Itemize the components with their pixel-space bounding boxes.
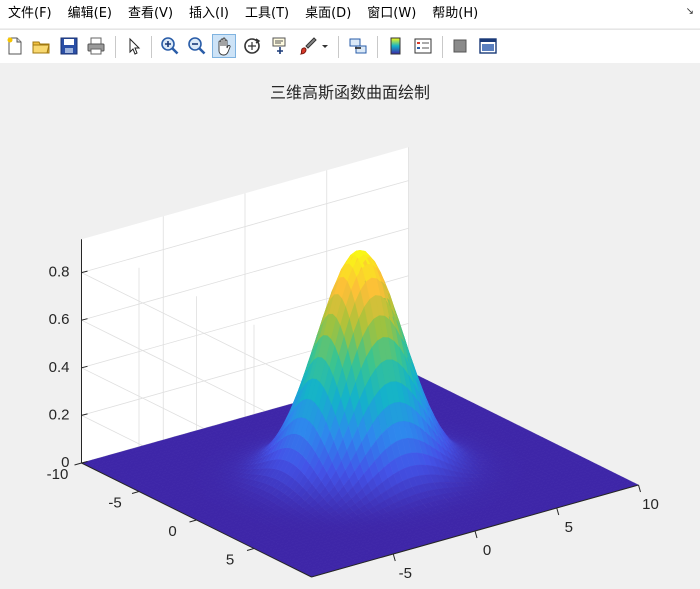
y-tick-label: -10 (47, 466, 69, 483)
menu-bar: 文件(F) 编辑(E) 查看(V) 插入(I) 工具(T) 桌面(D) 窗口(W… (0, 0, 700, 28)
x-tick-label: 10 (642, 496, 659, 513)
menu-desktop[interactable]: 桌面(D) (297, 0, 359, 28)
y-tick-mark (246, 548, 255, 551)
save-icon[interactable] (57, 34, 81, 58)
menu-help[interactable]: 帮助(H) (424, 0, 486, 28)
x-tick-label: 5 (565, 519, 573, 536)
figure-canvas[interactable]: 三维高斯函数曲面绘制 0 0.2 0.4 0.6 0.8 -10 -5 0 5 -5 0 5 10 (0, 63, 700, 589)
print-icon[interactable] (84, 34, 108, 58)
data-cursor-icon[interactable] (268, 34, 292, 58)
x-tick-label: -5 (399, 565, 412, 582)
x-tick-mark (556, 507, 560, 516)
menu-file[interactable]: 文件(F) (0, 0, 60, 28)
hide-plot-tools-icon[interactable] (448, 34, 472, 58)
brush-dropdown-icon[interactable] (318, 34, 332, 58)
menu-window[interactable]: 窗口(W) (359, 0, 424, 28)
y-tick-mark (189, 519, 197, 523)
y-tick-mark (74, 462, 82, 466)
figure-toolbar (0, 29, 700, 64)
menu-view[interactable]: 查看(V) (120, 0, 181, 28)
new-figure-icon[interactable] (3, 34, 27, 58)
y-tick-label: 0 (168, 523, 176, 540)
menu-insert[interactable]: 插入(I) (181, 0, 237, 28)
z-tick-label: 0.4 (49, 359, 70, 376)
zoom-out-icon[interactable] (185, 34, 209, 58)
edit-plot-arrow-icon[interactable] (122, 34, 146, 58)
z-tick-label: 0.8 (49, 264, 70, 281)
colorbar-icon[interactable] (384, 34, 408, 58)
z-tick-label: 0.6 (49, 311, 70, 328)
zoom-in-icon[interactable] (158, 34, 182, 58)
brush-icon[interactable] (296, 34, 320, 58)
rotate-3d-icon[interactable] (240, 34, 264, 58)
toolbar-separator (115, 36, 116, 58)
open-file-icon[interactable] (29, 34, 53, 58)
show-plot-tools-icon[interactable] (476, 34, 500, 58)
toolbar-separator (151, 36, 152, 58)
dock-arrow-icon[interactable]: ↘ (686, 6, 694, 17)
y-tick-mark (131, 491, 140, 494)
z-tick-label: 0.2 (49, 406, 70, 423)
x-tick-mark (474, 530, 478, 539)
y-tick-label: 5 (226, 551, 234, 568)
pan-hand-icon[interactable] (212, 34, 236, 58)
menu-tools[interactable]: 工具(T) (237, 0, 297, 28)
link-plot-icon[interactable] (346, 34, 370, 58)
toolbar-separator (442, 36, 443, 58)
toolbar-separator (377, 36, 378, 58)
x-tick-label: 0 (483, 542, 491, 559)
toolbar-separator (338, 36, 339, 58)
surface-plot[interactable]: 00.20.40.60.8-10-505-50510 (0, 63, 700, 589)
legend-icon[interactable] (411, 34, 435, 58)
menu-edit[interactable]: 编辑(E) (60, 0, 120, 28)
y-tick-label: -5 (108, 494, 121, 511)
x-tick-mark (392, 553, 396, 562)
x-tick-mark (638, 484, 641, 493)
